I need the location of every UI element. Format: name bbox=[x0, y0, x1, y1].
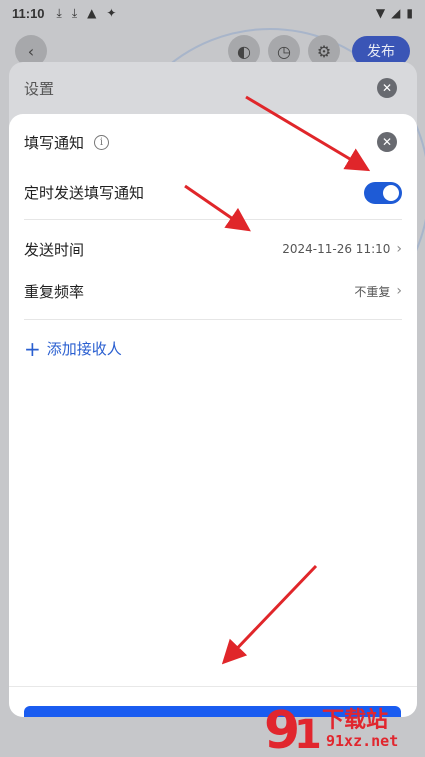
notify-title: 填写通知 bbox=[24, 133, 85, 152]
settings-sheet: 设置 ✕ 填写通知 i ✕ 定时发送填写通知 发送时间 2024-11-26 1… bbox=[9, 62, 417, 717]
notify-header: 填写通知 i bbox=[24, 130, 402, 154]
divider bbox=[24, 319, 402, 320]
toggle-knob bbox=[383, 185, 399, 201]
wifi-icon: ▼ bbox=[375, 6, 386, 20]
repeat-value-wrap: 不重复 › bbox=[354, 283, 402, 300]
watermark-logo: 9 1 bbox=[264, 701, 322, 757]
bird-icon: ✦ bbox=[106, 5, 117, 20]
footer-divider bbox=[9, 686, 417, 687]
text-icon: ▲ bbox=[87, 5, 97, 20]
divider bbox=[24, 219, 402, 220]
back-icon: ‹ bbox=[27, 41, 35, 61]
info-icon[interactable]: i bbox=[94, 134, 110, 150]
add-recipient-button[interactable]: + 添加接收人 bbox=[24, 338, 122, 359]
system-icons: ▼ ◢ ▮ bbox=[376, 6, 413, 20]
plus-icon: + bbox=[24, 336, 41, 361]
timer-icon: ◷ bbox=[277, 41, 291, 61]
palette-icon: ◐ bbox=[237, 41, 251, 61]
sheet-header: 设置 ✕ bbox=[9, 62, 417, 114]
chevron-right-icon: › bbox=[396, 241, 402, 257]
chevron-right-icon: › bbox=[396, 283, 402, 299]
notify-panel: 填写通知 i ✕ 定时发送填写通知 发送时间 2024-11-26 11:10 … bbox=[9, 114, 417, 717]
repeat-label: 重复频率 bbox=[24, 282, 85, 301]
repeat-row[interactable]: 重复频率 不重复 › bbox=[24, 276, 402, 306]
schedule-label: 定时发送填写通知 bbox=[24, 183, 145, 202]
close-icon: ✕ bbox=[381, 135, 393, 149]
watermark-brand: 下载站 bbox=[322, 708, 389, 733]
sheet-title: 设置 bbox=[24, 80, 55, 98]
send-time-value-wrap: 2024-11-26 11:10 › bbox=[282, 241, 402, 257]
notification-icons: ⤓ ⤓ ▲ ✦ bbox=[57, 6, 117, 21]
signal-icon: ◢ bbox=[391, 6, 401, 20]
watermark-url: 91xz.net bbox=[326, 732, 399, 750]
download-icon: ⤓ bbox=[71, 5, 78, 20]
status-bar: 11:10 ⤓ ⤓ ▲ ✦ ▼ ◢ ▮ bbox=[0, 0, 425, 26]
add-recipient-label: 添加接收人 bbox=[46, 340, 122, 358]
notify-close-button[interactable]: ✕ bbox=[377, 132, 397, 152]
close-icon: ✕ bbox=[381, 81, 393, 95]
sheet-close-button[interactable]: ✕ bbox=[377, 78, 397, 98]
gear-icon: ⚙ bbox=[316, 41, 332, 61]
svg-text:1: 1 bbox=[294, 712, 320, 756]
battery-icon: ▮ bbox=[406, 6, 413, 20]
repeat-value: 不重复 bbox=[354, 284, 391, 299]
status-time: 11:10 bbox=[12, 5, 45, 21]
schedule-toggle[interactable] bbox=[364, 182, 402, 204]
schedule-row: 定时发送填写通知 bbox=[24, 180, 402, 204]
download-icon: ⤓ bbox=[56, 5, 62, 20]
site-watermark: 9 1 下载站 91xz.net bbox=[262, 700, 422, 757]
send-time-value: 2024-11-26 11:10 bbox=[282, 242, 391, 256]
send-time-label: 发送时间 bbox=[24, 240, 85, 259]
send-time-row[interactable]: 发送时间 2024-11-26 11:10 › bbox=[24, 234, 402, 264]
